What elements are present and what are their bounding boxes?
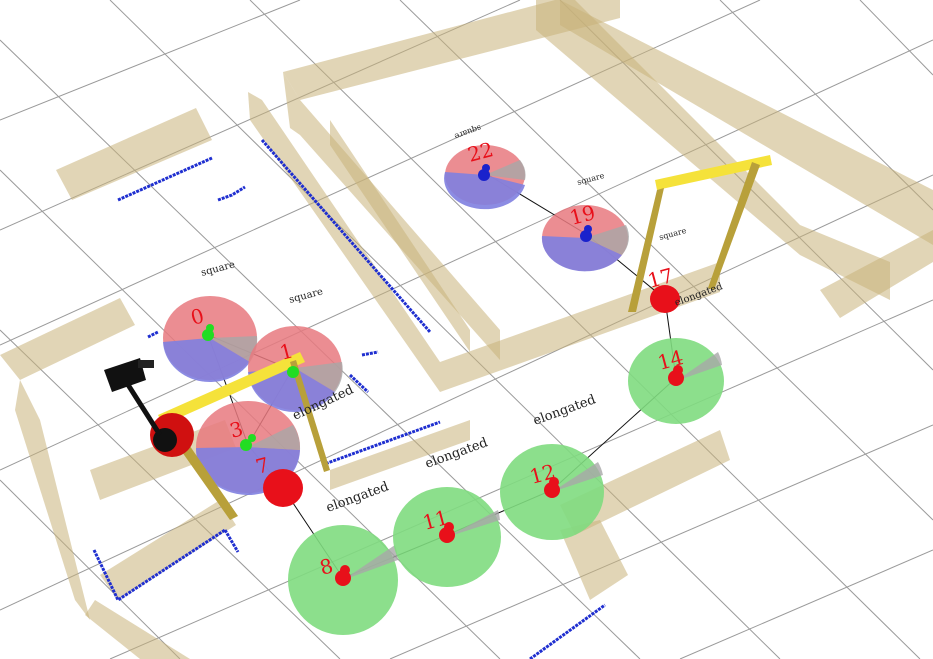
place-label-square: square xyxy=(288,286,324,306)
place-label-square: square xyxy=(200,259,236,279)
3d-viewport[interactable]: 0 1 3 7 8 11 12 14 17 19 22 square squar… xyxy=(0,0,933,659)
place-label-square: square xyxy=(453,123,482,141)
place-label-square: square xyxy=(658,226,687,242)
place-label-square: square xyxy=(576,171,605,187)
place-label-elongated: elongated xyxy=(531,392,598,428)
scene-canvas[interactable]: 0 1 3 7 8 11 12 14 17 19 22 square squar… xyxy=(0,0,933,659)
marker-node-1 xyxy=(287,366,299,378)
